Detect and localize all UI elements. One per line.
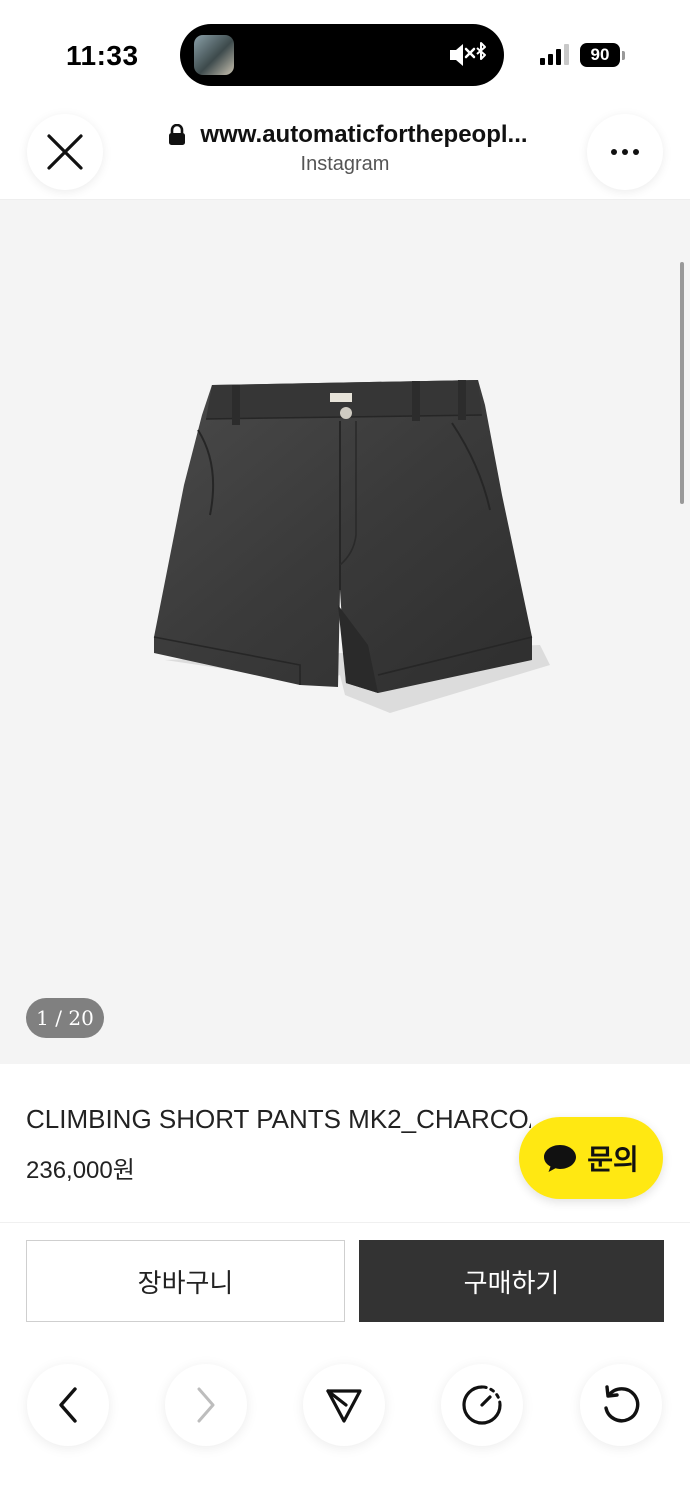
lock-icon [169,124,186,145]
buy-now-button[interactable]: 구매하기 [359,1240,664,1322]
product-photo [153,380,550,713]
reload-icon [604,1385,640,1423]
purchase-bar: 장바구니 구매하기 [0,1222,690,1340]
product-image-gallery[interactable]: 1 / 20 [0,200,690,1064]
bluetooth-icon [476,42,486,60]
close-button[interactable] [27,114,103,190]
battery-level: 90 [580,43,620,67]
url-text: www.automaticforthepeopl... [200,121,528,148]
history-button[interactable] [441,1364,523,1446]
inquiry-label: 문의 [587,1144,639,1175]
browser-bottom-nav [0,1340,690,1500]
share-icon [326,1389,362,1423]
forward-button[interactable] [165,1364,247,1446]
scroll-indicator[interactable] [680,262,684,504]
media-thumbnail [194,35,234,75]
share-button[interactable] [303,1364,385,1446]
reload-button[interactable] [580,1364,662,1446]
more-icon [611,149,639,155]
battery-icon: 90 [580,43,626,69]
gallery-page-counter: 1 / 20 [26,998,104,1038]
status-bar: 11:33 90 [0,0,690,100]
signal-icon [540,44,569,65]
history-icon [462,1385,502,1425]
add-to-cart-button[interactable]: 장바구니 [26,1240,345,1322]
dynamic-island[interactable] [180,24,504,86]
product-name: CLIMBING SHORT PANTS MK2_CHARCOAL [26,1104,531,1134]
chat-bubble-icon [544,1145,577,1172]
more-button[interactable] [587,114,663,190]
back-icon [59,1387,77,1423]
product-price: 236,000원 [26,1157,135,1184]
forward-icon [197,1387,215,1423]
mute-icon [450,42,486,66]
status-time: 11:33 [66,40,139,71]
battery-nub [622,51,625,60]
inquiry-button[interactable]: 문의 [519,1117,663,1199]
address-bar[interactable]: www.automaticforthepeopl... [158,120,538,150]
product-info: CLIMBING SHORT PANTS MK2_CHARCOAL 236,00… [0,1064,690,1222]
back-button[interactable] [27,1364,109,1446]
browser-header: www.automaticforthepeopl... Instagram [0,100,690,200]
